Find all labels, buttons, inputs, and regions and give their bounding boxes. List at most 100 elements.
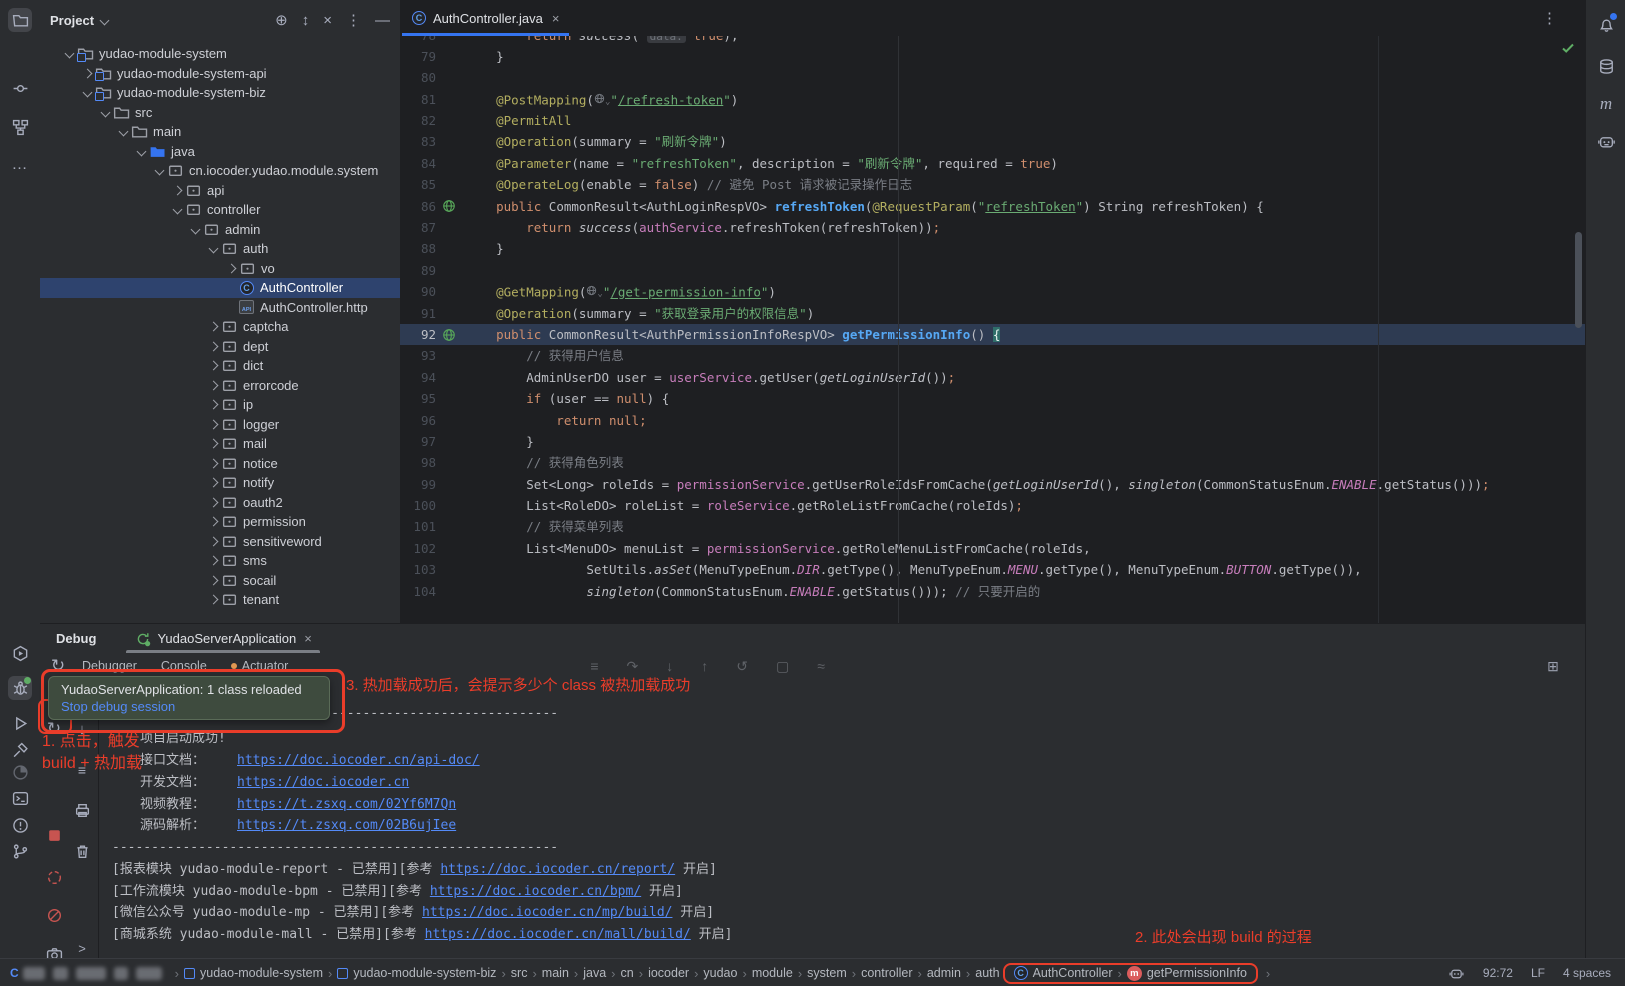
clear-icon[interactable] xyxy=(70,839,94,863)
api-endpoint-icon[interactable] xyxy=(436,196,462,217)
stop-icon[interactable] xyxy=(42,823,66,847)
step-over-icon[interactable]: ↷ xyxy=(627,658,639,675)
chevron-right-icon[interactable] xyxy=(209,458,219,468)
services-icon[interactable] xyxy=(8,641,32,665)
hide-panel-icon[interactable]: — xyxy=(375,13,390,28)
editor-content[interactable]: 78 return success( data: true);79 }8081 … xyxy=(400,36,1585,623)
more-options-icon[interactable]: ⋮ xyxy=(346,13,361,28)
chevron-right-icon[interactable] xyxy=(209,419,219,429)
step-into-icon[interactable]: ↓ xyxy=(666,658,673,674)
chevron-right-icon[interactable] xyxy=(209,536,219,546)
commit-icon[interactable] xyxy=(8,76,32,100)
chevron-down-icon[interactable] xyxy=(155,166,165,176)
chevron-down-icon[interactable] xyxy=(101,107,111,117)
chevron-down-icon[interactable] xyxy=(83,88,93,98)
problems-icon[interactable] xyxy=(8,813,32,837)
breadcrumb-item-controller[interactable]: controller xyxy=(861,966,912,980)
console-link[interactable]: https://doc.iocoder.cn xyxy=(237,775,409,790)
line-separator[interactable]: LF xyxy=(1531,966,1545,980)
api-endpoint-icon[interactable] xyxy=(436,324,462,345)
chevron-right-icon[interactable] xyxy=(209,380,219,390)
expand-icon[interactable]: > xyxy=(70,936,94,960)
inspections-ok-icon[interactable] xyxy=(1560,40,1576,56)
chevron-right-icon[interactable] xyxy=(227,263,237,273)
close-icon[interactable]: × xyxy=(304,631,312,646)
breadcrumb-item-main[interactable]: main xyxy=(542,966,569,980)
database-icon[interactable] xyxy=(1594,54,1618,78)
build-icon[interactable] xyxy=(8,738,32,762)
print-icon[interactable] xyxy=(70,798,94,822)
chevron-right-icon[interactable] xyxy=(209,478,219,488)
locate-icon[interactable]: ⊕ xyxy=(275,13,288,28)
tree-item-src[interactable]: src xyxy=(40,103,462,123)
tree-item-yudao-module-system-biz[interactable]: yudao-module-system-biz xyxy=(40,83,444,103)
chevron-right-icon[interactable] xyxy=(83,68,93,78)
breadcrumb-item-yudao-module-system-biz[interactable]: yudao-module-system-biz xyxy=(337,966,496,980)
chevron-right-icon[interactable] xyxy=(209,322,219,332)
breadcrumb-item-system[interactable]: system xyxy=(807,966,847,980)
breadcrumb-item-cn[interactable]: cn xyxy=(621,966,634,980)
project-title[interactable]: Project xyxy=(50,13,94,28)
menu-icon[interactable]: ≡ xyxy=(590,658,598,674)
collapse-all-icon[interactable]: × xyxy=(323,13,332,28)
chevron-right-icon[interactable] xyxy=(209,361,219,371)
assistant-icon[interactable] xyxy=(1594,129,1618,153)
profiler-icon[interactable] xyxy=(8,760,32,784)
step-out-icon[interactable]: ↑ xyxy=(701,658,708,674)
debug-panel-title[interactable]: Debug xyxy=(56,631,96,646)
chevron-down-icon[interactable] xyxy=(173,205,183,215)
editor-more-icon[interactable]: ⋮ xyxy=(1542,11,1557,26)
chevron-right-icon[interactable] xyxy=(209,439,219,449)
breadcrumb-item-auth[interactable]: auth xyxy=(975,966,999,980)
stop-debug-session-link[interactable]: Stop debug session xyxy=(61,699,317,714)
breadcrumb-item-java[interactable]: java xyxy=(583,966,606,980)
more-icon[interactable]: … xyxy=(8,153,32,177)
editor-scrollbar[interactable] xyxy=(1575,232,1582,328)
chevron-right-icon[interactable] xyxy=(209,595,219,605)
breadcrumb-item-yudao[interactable]: yudao xyxy=(703,966,737,980)
tree-item-yudao-module-system[interactable]: yudao-module-system xyxy=(40,44,426,64)
indent-setting[interactable]: 4 spaces xyxy=(1563,966,1611,980)
debug-icon[interactable] xyxy=(8,676,32,700)
chevron-right-icon[interactable] xyxy=(209,517,219,527)
console-link[interactable]: https://doc.iocoder.cn/bpm/ xyxy=(430,884,641,899)
chevron-right-icon[interactable] xyxy=(209,497,219,507)
breadcrumb-item-src[interactable]: src xyxy=(511,966,528,980)
tree-item-yudao-module-system-api[interactable]: yudao-module-system-api xyxy=(40,64,444,84)
breadcrumb-item-getPermissionInfo[interactable]: mgetPermissionInfo xyxy=(1127,966,1247,981)
close-icon[interactable]: × xyxy=(552,11,560,26)
git-icon[interactable] xyxy=(8,839,32,863)
chevron-down-icon[interactable] xyxy=(209,244,219,254)
console-link[interactable]: https://doc.iocoder.cn/mp/build/ xyxy=(422,905,672,920)
maven-icon[interactable]: m xyxy=(1594,92,1618,116)
chevron-down-icon[interactable] xyxy=(100,15,110,25)
chevron-down-icon[interactable] xyxy=(191,224,201,234)
frames-icon[interactable]: ▢ xyxy=(776,658,789,675)
chevron-right-icon[interactable] xyxy=(209,341,219,351)
project-folder-icon[interactable] xyxy=(8,8,32,32)
structure-icon[interactable] xyxy=(8,115,32,139)
console-link[interactable]: https://t.zsxq.com/02B6ujIee xyxy=(237,818,456,833)
debug-session-tab[interactable]: YudaoServerApplication × xyxy=(124,624,321,653)
breadcrumb-item-admin[interactable]: admin xyxy=(927,966,961,980)
evaluate-icon[interactable]: ≈ xyxy=(817,658,825,674)
mute-breakpoints-icon[interactable] xyxy=(42,903,66,927)
console-link[interactable]: https://doc.iocoder.cn/api-doc/ xyxy=(237,753,480,768)
terminal-icon[interactable] xyxy=(8,786,32,810)
assistant-icon[interactable] xyxy=(1449,965,1465,981)
expand-collapse-icon[interactable]: ↕ xyxy=(302,13,310,28)
breadcrumb-item-module[interactable]: module xyxy=(752,966,793,980)
console-link[interactable]: https://doc.iocoder.cn/report/ xyxy=(440,862,675,877)
breadcrumb-item-yudao-module-system[interactable]: yudao-module-system xyxy=(184,966,323,980)
tab-authcontroller-java[interactable]: C AuthController.java × xyxy=(400,0,571,36)
notifications-icon[interactable] xyxy=(1594,12,1618,36)
chevron-right-icon[interactable] xyxy=(209,575,219,585)
resume-circle-icon[interactable] xyxy=(42,865,66,889)
chevron-right-icon[interactable] xyxy=(173,185,183,195)
run-to-cursor-icon[interactable]: ↺ xyxy=(736,658,748,675)
caret-position[interactable]: 92:72 xyxy=(1483,966,1513,980)
chevron-down-icon[interactable] xyxy=(137,146,147,156)
chevron-right-icon[interactable] xyxy=(209,400,219,410)
chevron-down-icon[interactable] xyxy=(65,49,75,59)
console-link[interactable]: https://t.zsxq.com/02Yf6M7Qn xyxy=(237,797,456,812)
